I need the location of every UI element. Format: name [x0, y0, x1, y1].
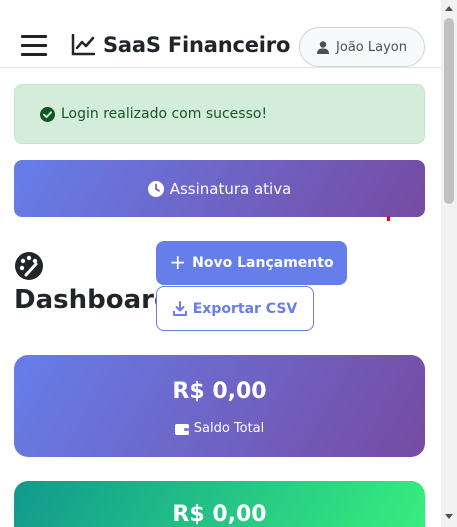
balance-value: R$ 0,00 [172, 379, 267, 404]
plus-icon: + [169, 250, 187, 274]
brand[interactable]: SaaS Financeiro [71, 33, 290, 57]
new-entry-button[interactable]: + Novo Lançamento [156, 241, 347, 285]
scrollbar[interactable] [441, 0, 457, 527]
subscription-banner: Assinatura ativa [14, 160, 425, 217]
brand-name: SaaS Financeiro [103, 33, 291, 57]
balance-label-row: Saldo Total [14, 421, 425, 436]
income-value: R$ 0,00 [172, 502, 267, 527]
balance-card: R$ 0,00 Saldo Total [14, 355, 425, 457]
scroll-down-arrow-icon[interactable] [445, 514, 453, 519]
success-alert: Login realizado com sucesso! [14, 84, 425, 144]
hamburger-menu-icon[interactable] [21, 35, 47, 57]
export-csv-button[interactable]: Exportar CSV [156, 286, 314, 331]
alert-message: Login realizado com sucesso! [61, 106, 268, 122]
red-marker [387, 216, 390, 221]
scroll-up-arrow-icon[interactable] [445, 6, 453, 11]
download-icon [172, 301, 187, 316]
clock-icon [147, 180, 164, 197]
income-card: R$ 0,00 [14, 481, 425, 527]
palette-icon [15, 252, 43, 280]
balance-label: Saldo Total [193, 421, 265, 436]
user-menu-button[interactable]: João Layon [299, 27, 425, 67]
new-entry-label: Novo Lançamento [192, 255, 334, 271]
subscription-status: Assinatura ativa [169, 179, 292, 198]
line-chart-icon [71, 34, 95, 56]
scrollbar-thumb[interactable] [444, 18, 454, 204]
export-csv-label: Exportar CSV [192, 300, 298, 317]
navbar: SaaS Financeiro João Layon [0, 0, 441, 68]
user-name: João Layon [336, 39, 407, 55]
wallet-icon [174, 423, 189, 435]
page-title: Dashboard [14, 285, 173, 315]
check-circle-icon [40, 106, 55, 122]
user-icon [317, 40, 330, 54]
